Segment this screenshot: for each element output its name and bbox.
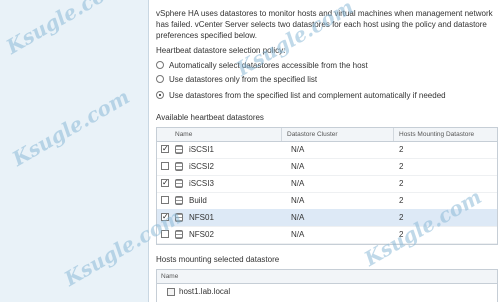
policy-option-label: Use datastores from the specified list a… bbox=[169, 90, 446, 100]
policy-option-specified-only[interactable]: Use datastores only from the specified l… bbox=[156, 73, 317, 85]
datastore-checkbox[interactable]: ✓ bbox=[161, 213, 169, 221]
description-text: vSphere HA uses datastores to monitor ho… bbox=[156, 9, 493, 40]
datastore-checkbox[interactable]: ✓ bbox=[161, 145, 169, 153]
hosts-mounting-count: 2 bbox=[399, 230, 404, 239]
datastore-icon bbox=[175, 213, 183, 222]
heartbeat-datastores-panel: vSphere HA uses datastores to monitor ho… bbox=[156, 0, 498, 302]
host-name: host1.lab.local bbox=[179, 287, 231, 296]
datastore-icon bbox=[175, 162, 183, 171]
datastore-cluster: N/A bbox=[291, 145, 305, 154]
datastore-cluster: N/A bbox=[291, 162, 305, 171]
table-row[interactable]: ✓ iSCSI3 N/A 2 bbox=[157, 175, 497, 193]
datastore-cluster: N/A bbox=[291, 196, 305, 205]
hosts-mounting-count: 2 bbox=[399, 179, 404, 188]
table-row[interactable]: iSCSI2 N/A 2 bbox=[157, 158, 497, 176]
policy-option-label: Use datastores only from the specified l… bbox=[169, 74, 318, 84]
datastore-icon bbox=[175, 145, 183, 154]
available-datastores-label: Available heartbeat datastores bbox=[156, 113, 264, 122]
table-row[interactable]: Build N/A 2 bbox=[157, 192, 497, 210]
policy-option-label: Automatically select datastores accessib… bbox=[169, 60, 368, 70]
table-row[interactable]: ✓ iSCSI1 N/A 2 bbox=[157, 141, 497, 159]
column-header-name[interactable]: Name bbox=[175, 131, 192, 138]
radio-button[interactable] bbox=[156, 61, 164, 69]
radio-button[interactable] bbox=[156, 75, 164, 83]
column-header-name[interactable]: Name bbox=[161, 273, 178, 280]
column-header-cluster[interactable]: Datastore Cluster bbox=[287, 131, 338, 138]
hosts-mounting-grid: Name host1.lab.local bbox=[156, 269, 498, 302]
table-row-selected[interactable]: ✓ NFS01 N/A 2 bbox=[157, 209, 497, 227]
datastore-cluster: N/A bbox=[291, 179, 305, 188]
datastore-icon bbox=[175, 196, 183, 205]
grid-header: Name bbox=[157, 270, 497, 284]
datastore-icon bbox=[175, 179, 183, 188]
grid-header: Name Datastore Cluster Hosts Mounting Da… bbox=[157, 128, 497, 142]
hosts-mounting-count: 2 bbox=[399, 196, 404, 205]
datastore-name: NFS02 bbox=[189, 230, 214, 239]
datastore-checkbox[interactable] bbox=[161, 230, 169, 238]
datastore-name: iSCSI1 bbox=[189, 145, 214, 154]
hosts-mounting-label: Hosts mounting selected datastore bbox=[156, 255, 280, 264]
datastore-name: iSCSI3 bbox=[189, 179, 214, 188]
datastore-checkbox[interactable] bbox=[161, 196, 169, 204]
datastore-checkbox[interactable] bbox=[161, 162, 169, 170]
datastore-name: iSCSI2 bbox=[189, 162, 214, 171]
hosts-mounting-count: 2 bbox=[399, 213, 404, 222]
left-pane bbox=[0, 0, 149, 302]
radio-button-selected[interactable] bbox=[156, 91, 164, 99]
datastore-cluster: N/A bbox=[291, 213, 305, 222]
table-row[interactable]: NFS02 N/A 2 bbox=[157, 226, 497, 244]
hosts-mounting-count: 2 bbox=[399, 145, 404, 154]
host-icon bbox=[167, 288, 175, 296]
policy-option-specified-complement[interactable]: Use datastores from the specified list a… bbox=[156, 89, 446, 101]
policy-label: Heartbeat datastore selection policy: bbox=[156, 46, 286, 55]
datastore-name: NFS01 bbox=[189, 213, 214, 222]
policy-option-auto[interactable]: Automatically select datastores accessib… bbox=[156, 59, 368, 71]
datastore-icon bbox=[175, 230, 183, 239]
list-item[interactable]: host1.lab.local bbox=[157, 286, 497, 300]
datastore-name: Build bbox=[189, 196, 207, 205]
datastore-checkbox[interactable]: ✓ bbox=[161, 179, 169, 187]
datastore-cluster: N/A bbox=[291, 230, 305, 239]
column-header-hosts[interactable]: Hosts Mounting Datastore bbox=[399, 131, 474, 138]
available-datastores-grid: Name Datastore Cluster Hosts Mounting Da… bbox=[156, 127, 498, 245]
hosts-mounting-count: 2 bbox=[399, 162, 404, 171]
